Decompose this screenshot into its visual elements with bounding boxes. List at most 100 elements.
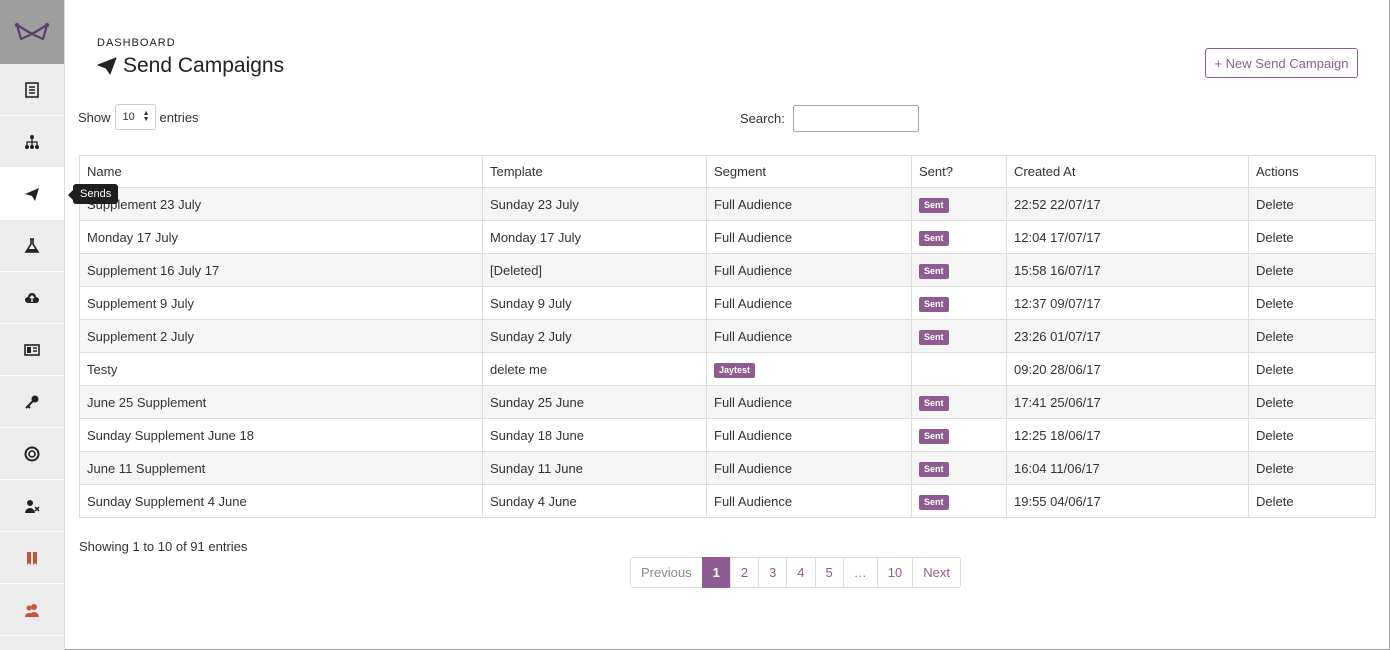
breadcrumb: DASHBOARD [97,37,176,49]
sent-badge: Sent [919,263,949,279]
sidebar-item-paper-plane[interactable] [0,168,64,220]
cell-name: Supplement 9 July [79,286,483,320]
sidebar-item-document[interactable] [0,64,64,116]
sidebar-item-users[interactable] [0,584,64,636]
cell-name: Supplement 2 July [79,319,483,353]
paper-plane-icon [97,57,117,75]
cell-name: June 11 Supplement [79,451,483,485]
cell-created-at: 09:20 28/06/17 [1006,352,1249,386]
cell-created-at: 15:58 16/07/17 [1006,253,1249,287]
page-3-button[interactable]: 3 [758,557,788,588]
delete-link[interactable]: Delete [1248,319,1376,353]
column-header-sent[interactable]: Sent? [911,155,1007,188]
bowtie-logo-icon [15,23,49,41]
sidebar-item-lifebuoy[interactable] [0,428,64,480]
sidebar-item-sitemap[interactable] [0,116,64,168]
table-row: Supplement 16 July 17 [Deleted] Full Audie… [79,253,1376,287]
cell-created-at: 22:52 22/07/17 [1006,187,1249,221]
cell-sent: Sent [911,286,1007,320]
sent-badge: Sent [919,197,949,213]
column-header-created-at[interactable]: Created At [1006,155,1249,188]
cell-template: Sunday 4 June [482,484,707,518]
cell-name: Monday 17 July [79,220,483,254]
sent-badge: Sent [919,395,949,411]
segment-text: Full Audience [714,328,793,344]
table-row: Sunday Supplement June 18 Sunday 18 June F… [79,418,1376,452]
logo[interactable] [0,0,64,64]
column-header-actions[interactable]: Actions [1248,155,1376,188]
delete-link[interactable]: Delete [1248,451,1376,485]
page-5-button[interactable]: 5 [814,557,844,588]
cell-segment: Full Audience [706,286,912,320]
cell-template: Sunday 23 July [482,187,707,221]
search-control: Search: [740,105,919,132]
cell-sent: Sent [911,220,1007,254]
delete-link[interactable]: Delete [1248,286,1376,320]
entries-select[interactable]: 10 ▲ ▼ [114,104,156,130]
cell-created-at: 23:26 01/07/17 [1006,319,1249,353]
sidebar-item-cloud-upload[interactable] [0,272,64,324]
sent-badge: Sent [919,329,949,345]
page-2-button[interactable]: 2 [729,557,760,588]
column-header-segment[interactable]: Segment [706,155,912,188]
table-row: Supplement 9 July Sunday 9 July Full Audie… [79,286,1376,320]
segment-text: Full Audience [714,295,793,311]
delete-link[interactable]: Delete [1248,352,1376,386]
cell-template: Sunday 2 July [482,319,707,353]
cell-name: June 25 Supplement [79,385,483,419]
new-send-campaign-button[interactable]: + New Send Campaign [1205,48,1358,78]
table-row: Supplement 23 July Sunday 23 July Full Aud… [79,187,1376,221]
flask-icon [24,237,40,253]
page-4-button[interactable]: 4 [786,557,816,588]
delete-link[interactable]: Delete [1248,484,1376,518]
sidebar-item-key[interactable] [0,376,64,428]
segment-badge: Jaytest [714,362,756,378]
page-1-button[interactable]: 1 [701,557,731,588]
sent-badge: Sent [919,494,949,510]
table-row: Sunday Supplement 4 June Sunday 4 June Ful… [79,484,1376,518]
segment-text: Full Audience [714,460,793,476]
previous-button[interactable]: Previous [630,557,703,588]
users-icon [24,603,39,617]
sidebar-item-bookmark[interactable] [0,532,64,584]
segment-text: Full Audience [714,493,793,509]
page-10-button[interactable]: 10 [876,557,914,588]
segment-text: Full Audience [714,196,793,212]
delete-link[interactable]: Delete [1248,187,1376,221]
cell-segment: Full Audience [706,220,912,254]
cell-template: Sunday 11 June [482,451,707,485]
cell-segment: Full Audience [706,319,912,353]
entries-length-control: Show 10 ▲ ▼ entries [78,104,199,130]
segment-text: Full Audience [714,262,793,278]
delete-link[interactable]: Delete [1248,418,1376,452]
cell-segment: Full Audience [706,451,912,485]
cell-segment: Jaytest [706,352,912,386]
key-icon [25,395,39,409]
cell-created-at: 12:37 09/07/17 [1006,286,1249,320]
entries-label: entries [159,109,199,125]
sidebar-item-id-card[interactable] [0,324,64,376]
select-arrows-icon: ▲ ▼ [142,110,150,123]
sent-badge: Sent [919,428,949,444]
sent-badge: Sent [919,296,949,312]
id-card-icon [24,343,40,356]
cell-template: Monday 17 July [482,220,707,254]
cell-template: Sunday 25 June [482,385,707,419]
delete-link[interactable]: Delete [1248,385,1376,419]
column-header-template[interactable]: Template [482,155,707,188]
user-remove-icon [25,499,40,513]
sent-badge: Sent [919,461,949,477]
page-title-text: Send Campaigns [123,54,285,77]
cell-sent: Sent [911,253,1007,287]
search-input[interactable] [792,105,919,132]
cell-name: Supplement 23 July [79,187,483,221]
show-label: Show [78,109,111,125]
delete-link[interactable]: Delete [1248,253,1376,287]
document-icon [25,81,39,98]
cell-segment: Full Audience [706,187,912,221]
sidebar-item-flask[interactable] [0,220,64,272]
column-header-name[interactable]: Name [79,155,483,188]
delete-link[interactable]: Delete [1248,220,1376,254]
next-button[interactable]: Next [912,557,961,588]
sidebar-item-user-remove[interactable] [0,480,64,532]
